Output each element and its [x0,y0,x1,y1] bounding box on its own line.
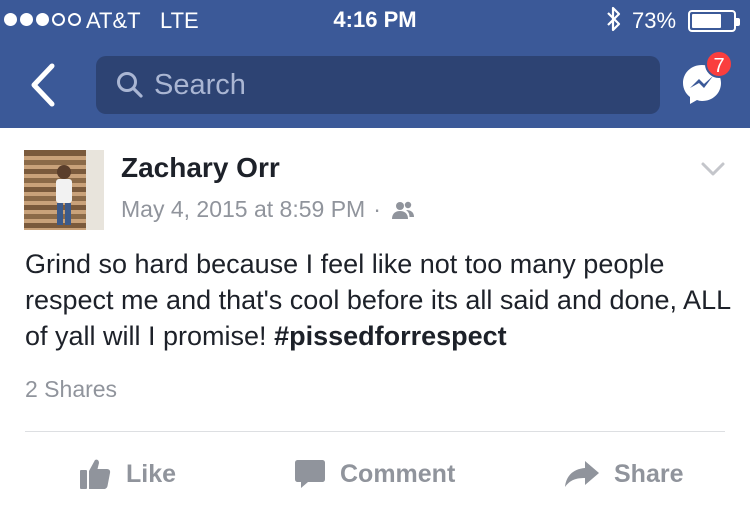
avatar-image [24,150,104,230]
share-count[interactable]: 2 Shares [25,376,117,403]
post-meta: May 4, 2015 at 8:59 PM · [121,196,415,223]
status-bar: AT&T LTE 4:16 PM 73% [0,0,750,40]
search-input[interactable] [154,56,644,114]
search-icon [117,72,143,98]
post-actions: Like Comment Share [0,432,750,514]
battery-percent: 73% [632,8,677,33]
search-bar[interactable] [96,56,660,114]
bluetooth-icon [607,6,621,32]
share-button[interactable]: Share [564,454,683,494]
like-label: Like [126,459,177,488]
chevron-left-icon[interactable] [26,62,60,108]
notification-badge: 7 [705,50,733,78]
share-label: Share [614,459,684,488]
chevron-down-icon[interactable] [700,160,726,178]
battery-level [692,14,722,28]
like-button[interactable]: Like [78,454,176,494]
comment-label: Comment [340,459,456,488]
feed-post: Zachary Orr May 4, 2015 at 8:59 PM · Gri… [0,128,750,514]
post-timestamp[interactable]: May 4, 2015 at 8:59 PM [121,196,365,223]
comment-icon [295,460,325,488]
post-body: Grind so hard because I feel like not to… [25,246,735,354]
share-arrow-icon [565,461,599,487]
meta-separator: · [373,196,381,222]
avatar[interactable] [24,150,104,230]
post-author[interactable]: Zachary Orr [121,152,280,184]
app-header: AT&T LTE 4:16 PM 73% 7 [0,0,750,128]
comment-button[interactable]: Comment [294,454,455,494]
battery-icon [688,10,740,32]
friends-icon [391,201,414,219]
battery-nub [736,18,740,26]
hashtag-link[interactable]: #pissedforrespect [274,321,507,351]
thumbs-up-icon [80,459,111,489]
